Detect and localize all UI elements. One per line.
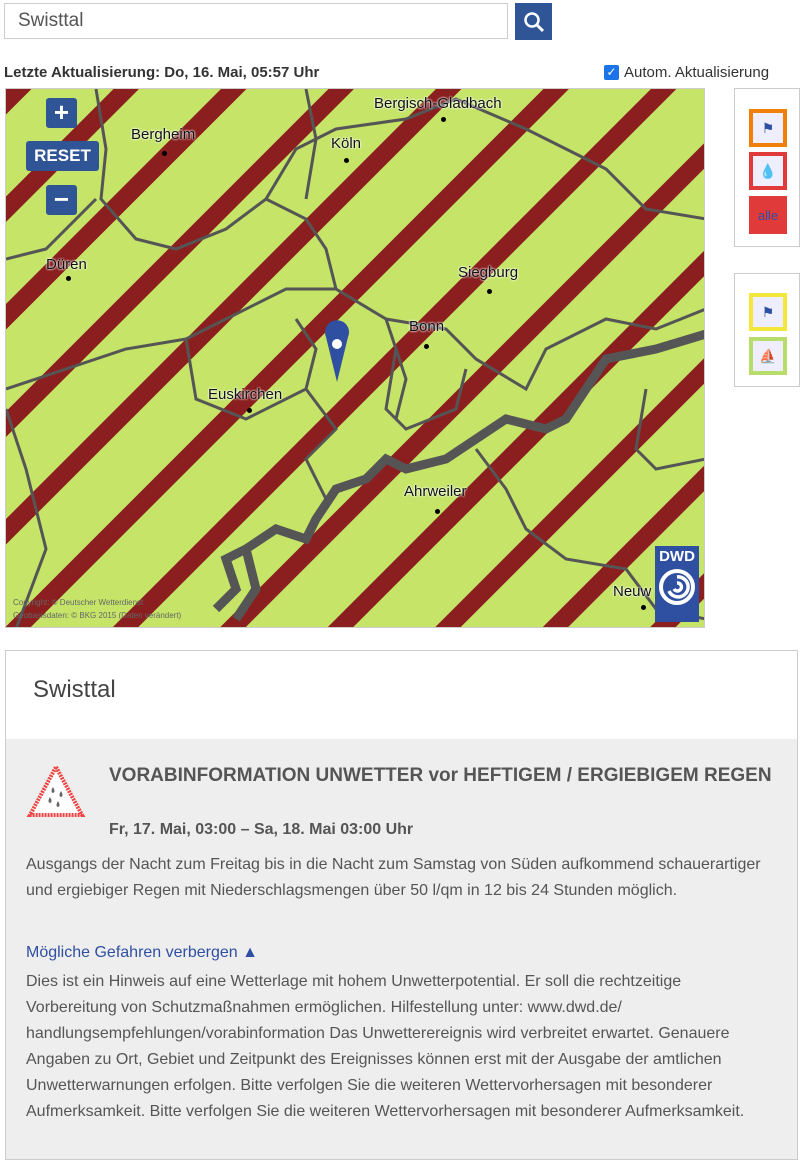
city-label: Siegburg bbox=[458, 264, 519, 281]
sea-layer-button[interactable]: ⛵ bbox=[749, 337, 787, 375]
auto-update-label: Autom. Aktualisierung bbox=[624, 64, 770, 81]
map-canvas bbox=[6, 89, 704, 627]
warning-title: VORABINFORMATION UNWETTER vor HEFTIGEM /… bbox=[109, 765, 772, 786]
city-label: Düren bbox=[46, 256, 87, 273]
city-label: Neuw bbox=[613, 583, 652, 600]
coast-layer-button[interactable]: ⚑ bbox=[749, 293, 787, 331]
dwd-swirl-icon bbox=[659, 569, 695, 605]
reset-button[interactable]: RESET bbox=[26, 141, 99, 171]
toggle-dangers-link[interactable]: Mögliche Gefahren verbergen ▲ bbox=[26, 944, 258, 962]
city-label: Ahrweiler bbox=[404, 483, 467, 500]
city-label: Bergisch-Gladbach bbox=[374, 95, 502, 112]
warning-details: Dies ist ein Hinweis auf eine Wetterlage… bbox=[26, 973, 745, 1120]
warning-time: Fr, 17. Mai, 03:00 – Sa, 18. Mai 03:00 U… bbox=[109, 821, 414, 838]
sea-wind-icon: ⛵ bbox=[759, 347, 777, 364]
search-button[interactable] bbox=[515, 3, 552, 40]
location-title: Swisttal bbox=[6, 651, 797, 739]
all-layers-button[interactable]: alle bbox=[749, 196, 787, 234]
warning-panel: Swisttal VORABINFORMATION UNWETTER vor H… bbox=[5, 650, 798, 1160]
search-icon bbox=[523, 11, 544, 32]
city-label: Euskirchen bbox=[208, 386, 283, 403]
auto-update-toggle[interactable]: ✓ Autom. Aktualisierung bbox=[604, 64, 769, 81]
city-label: Bonn bbox=[409, 318, 445, 335]
warning-area bbox=[6, 89, 704, 627]
auto-update-checkbox[interactable]: ✓ bbox=[604, 65, 619, 80]
dwd-logo: DWD bbox=[655, 546, 699, 622]
wind-layer-button[interactable]: ⚑ bbox=[749, 109, 787, 147]
coast-panel: ⚑ ⛵ bbox=[734, 273, 800, 387]
copyright-text: Geobasisdaten: © BKG 2015 (Daten verände… bbox=[13, 611, 182, 620]
rain-layer-button[interactable]: 💧 bbox=[749, 152, 787, 190]
heavy-rain-warning-icon bbox=[26, 763, 86, 817]
warning-map[interactable]: + RESET − Bergisch-Gladbach Bergheim Köl… bbox=[5, 88, 705, 628]
last-update-text: Letzte Aktualisierung: Do, 16. Mai, 05:5… bbox=[4, 64, 320, 81]
city-label: Bergheim bbox=[131, 126, 196, 143]
city-label: Köln bbox=[331, 135, 362, 152]
zoom-out-button[interactable]: − bbox=[46, 185, 77, 215]
rain-icon: 💧 bbox=[759, 162, 777, 179]
zoom-in-button[interactable]: + bbox=[46, 98, 77, 128]
wind-icon: ⚑ bbox=[761, 119, 775, 136]
copyright-text: Copyright: © Deutscher Wetterdienst bbox=[13, 598, 144, 607]
coast-wind-icon: ⚑ bbox=[761, 303, 775, 320]
search-input[interactable]: Swisttal bbox=[4, 3, 508, 39]
warning-description: Ausgangs der Nacht zum Freitag bis in di… bbox=[26, 856, 761, 899]
warning-type-panel: ⚑ 💧 alle bbox=[734, 88, 800, 247]
